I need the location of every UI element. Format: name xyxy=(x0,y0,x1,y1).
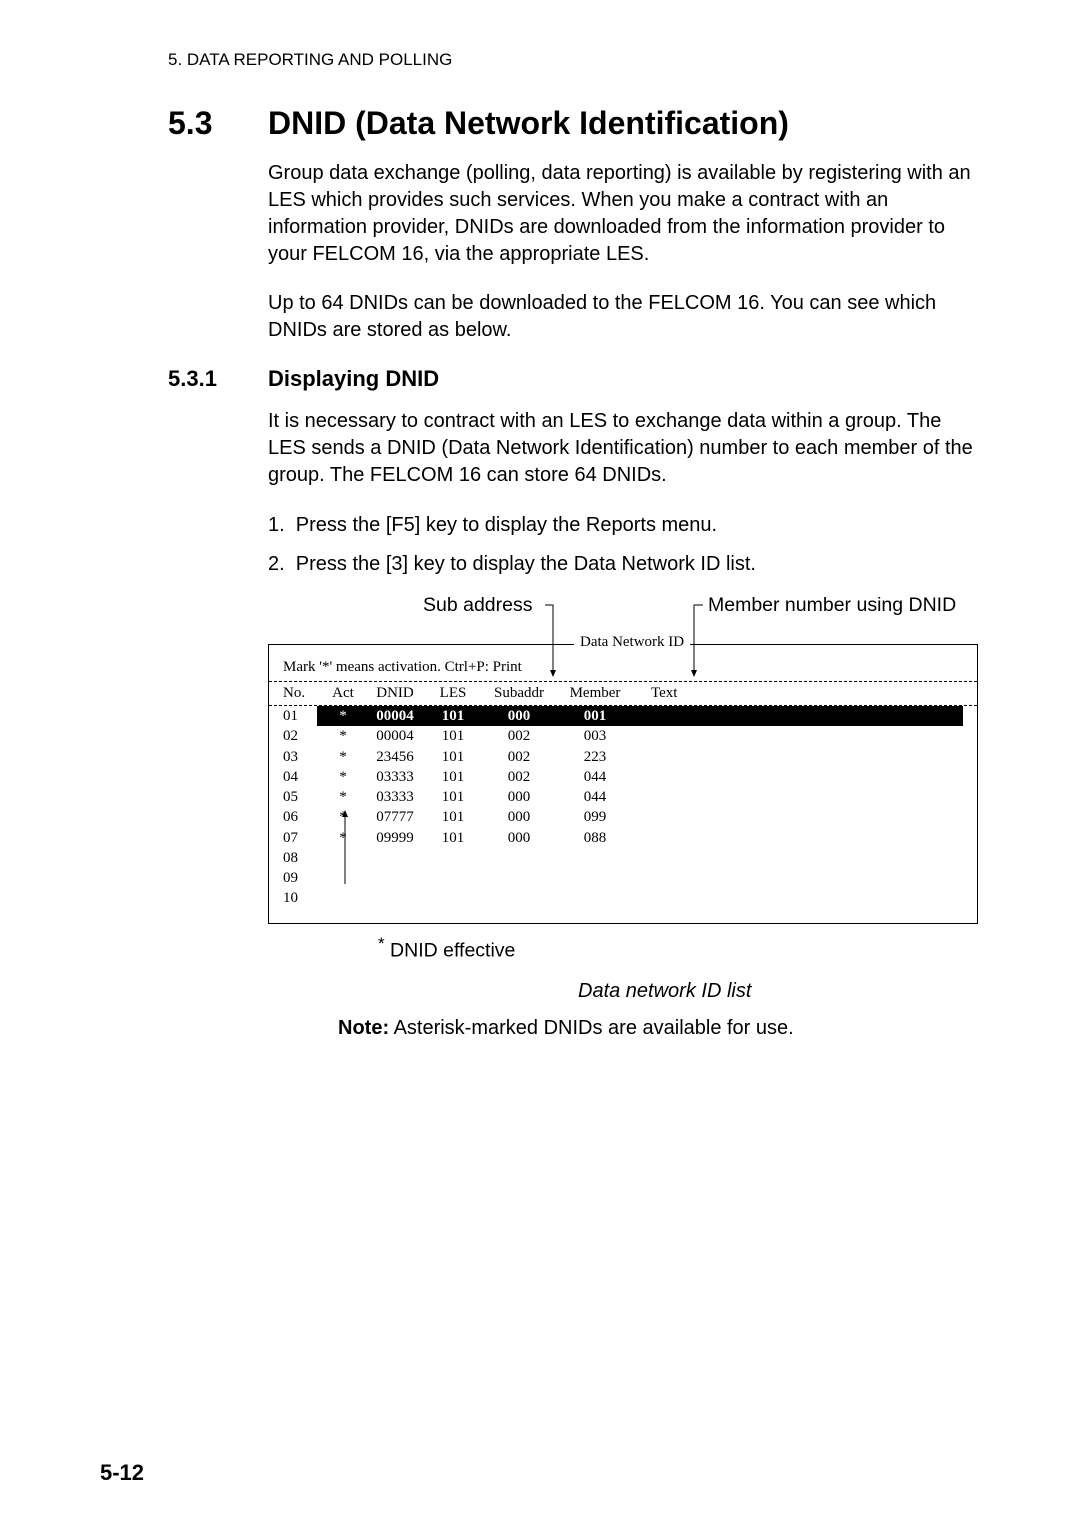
table-row: 01*00004101000001 xyxy=(269,706,977,726)
table-row: 04*03333101002044 xyxy=(269,767,977,787)
subsection-number: 5.3.1 xyxy=(168,366,268,392)
col-no: No. xyxy=(283,685,323,702)
col-subaddr: Subaddr xyxy=(479,685,559,702)
col-les: LES xyxy=(427,685,479,702)
table-row: 02*00004101002003 xyxy=(269,726,977,746)
col-act: Act xyxy=(323,685,363,702)
table-header: No. Act DNID LES Subaddr Member Text xyxy=(269,681,977,706)
table-body: 01*0000410100000102*0000410100200303*234… xyxy=(269,706,977,909)
table-row: 10 xyxy=(269,888,977,908)
table-row: 07*09999101000088 xyxy=(269,828,977,848)
box-title: Data Network ID xyxy=(574,634,690,651)
figure-container: Sub address Member number using DNID Dat… xyxy=(268,594,980,1040)
paragraph-1: Group data exchange (polling, data repor… xyxy=(268,160,980,268)
paragraph-3: It is necessary to contract with an LES … xyxy=(268,408,980,489)
dnid-box: Data Network ID Mark '*' means activatio… xyxy=(268,644,978,924)
subsection-heading: Displaying DNID xyxy=(268,366,439,392)
table-row: 09 xyxy=(269,868,977,888)
figure-caption: Data network ID list xyxy=(578,980,980,1003)
annotation-subaddress: Sub address xyxy=(423,594,533,617)
col-dnid: DNID xyxy=(363,685,427,702)
step-2: 2. Press the [3] key to display the Data… xyxy=(268,550,980,579)
table-row: 05*03333101000044 xyxy=(269,787,977,807)
table-row: 08 xyxy=(269,848,977,868)
page-header: 5. DATA REPORTING AND POLLING xyxy=(168,50,980,70)
section-heading: DNID (Data Network Identification) xyxy=(268,105,789,142)
annotation-member: Member number using DNID xyxy=(708,594,956,617)
table-row: 06*07777101000099 xyxy=(269,807,977,827)
col-text: Text xyxy=(631,685,977,702)
col-member: Member xyxy=(559,685,631,702)
dnid-effective-note: * DNID effective xyxy=(378,934,980,963)
table-row: 03*23456101002223 xyxy=(269,747,977,767)
subsection-title: 5.3.1 Displaying DNID xyxy=(168,366,980,392)
paragraph-2: Up to 64 DNIDs can be downloaded to the … xyxy=(268,290,980,344)
section-number: 5.3 xyxy=(168,105,268,142)
step-1: 1. Press the [F5] key to display the Rep… xyxy=(268,511,980,540)
page-number: 5-12 xyxy=(100,1460,144,1486)
note: Note: Asterisk-marked DNIDs are availabl… xyxy=(338,1017,980,1040)
section-title: 5.3 DNID (Data Network Identification) xyxy=(168,105,980,142)
